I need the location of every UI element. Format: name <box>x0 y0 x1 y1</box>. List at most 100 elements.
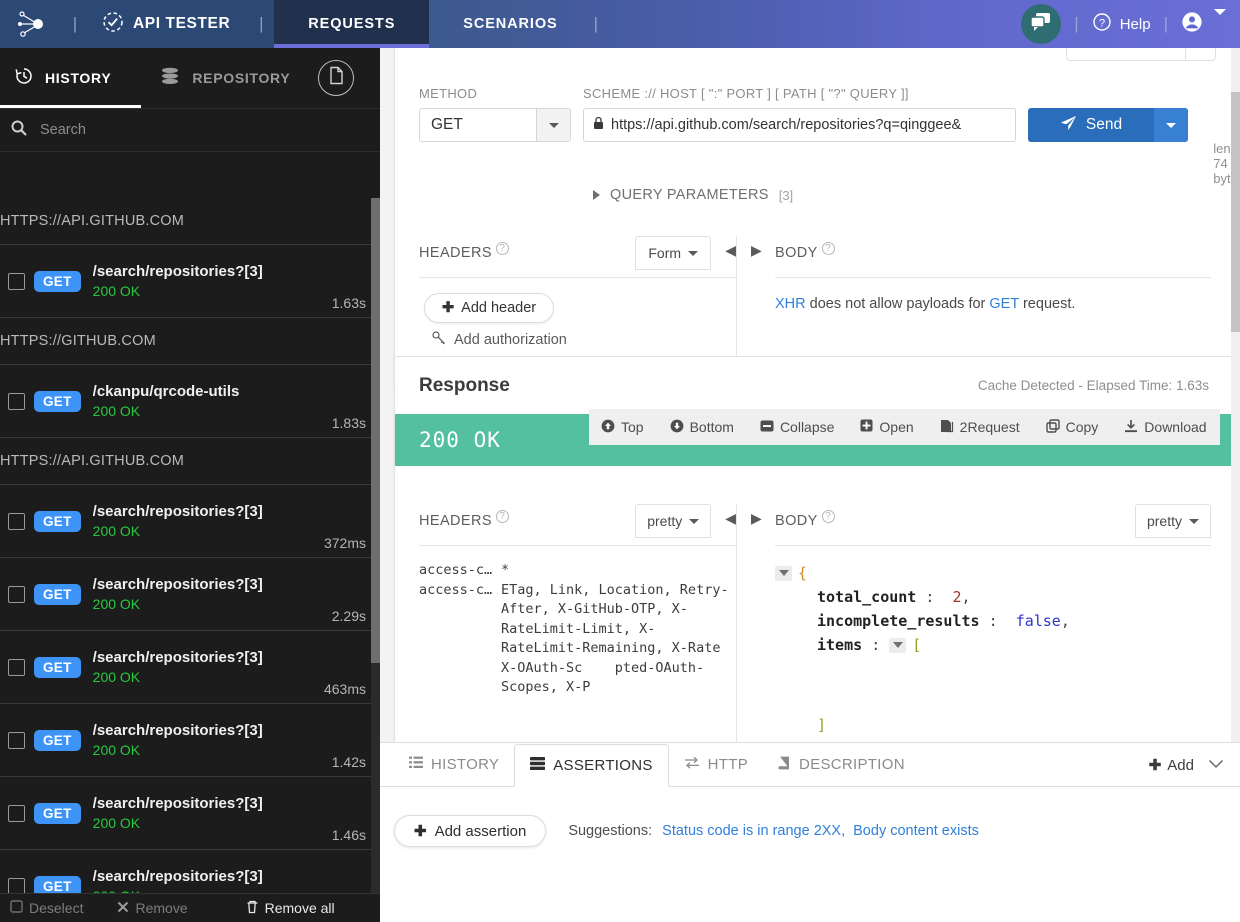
account-button[interactable] <box>1181 11 1203 38</box>
response-body-format-value: pretty <box>1146 513 1182 529</box>
row-checkbox[interactable] <box>8 392 25 410</box>
list-item[interactable]: GET /search/repositories?[3] 200 OK 1.42… <box>0 704 380 777</box>
list-item[interactable]: GET /search/repositories?[3] 200 OK 463m… <box>0 631 380 704</box>
toolbar-collapse-button[interactable]: Collapse <box>760 419 834 435</box>
query-parameters-toggle[interactable]: QUERY PARAMETERS [3] <box>593 187 793 203</box>
toolbar-copy-button[interactable]: Copy <box>1045 418 1098 436</box>
sidebar-tab-history-label: HISTORY <box>45 70 112 86</box>
add-assertion-label: Add assertion <box>434 822 527 840</box>
request-headers-format-select[interactable]: Form <box>635 236 712 270</box>
sidebar-tab-history[interactable]: HISTORY <box>0 48 119 108</box>
account-dropdown-button[interactable] <box>1214 9 1226 33</box>
toolbar-download-button[interactable]: Download <box>1124 419 1207 436</box>
json-toggle-root[interactable] <box>775 565 792 581</box>
brand-button[interactable]: API TESTER <box>88 0 249 48</box>
tab-scenarios[interactable]: SCENARIOS <box>429 0 591 48</box>
row-checkbox[interactable] <box>8 877 25 893</box>
collapse-left-arrow[interactable]: ◀ <box>711 504 736 527</box>
add-authorization-button[interactable]: Add authorization <box>432 331 567 349</box>
row-checkbox[interactable] <box>8 731 25 749</box>
tab-http[interactable]: HTTP <box>669 743 763 786</box>
toolbar-2request-button[interactable]: 2Request <box>940 419 1020 436</box>
suggestions-label: Suggestions: <box>568 823 653 839</box>
sidebar-search[interactable] <box>0 108 380 152</box>
row-checkbox[interactable] <box>8 585 25 603</box>
row-checkbox[interactable] <box>8 272 25 290</box>
method-select[interactable]: GET <box>419 108 571 142</box>
history-list[interactable]: HTTPS://API.GITHUB.COM GET /search/repos… <box>0 198 380 893</box>
method-dropdown-button[interactable] <box>536 109 570 141</box>
top-cutoff-dropdown[interactable] <box>1185 48 1215 60</box>
send-dropdown-button[interactable] <box>1154 108 1188 142</box>
sidebar-tab-repository[interactable]: REPOSITORY <box>151 48 298 108</box>
tab-assertions[interactable]: ASSERTIONS <box>514 744 669 787</box>
row-checkbox[interactable] <box>8 658 25 676</box>
remove-all-button[interactable]: Remove all <box>246 900 335 917</box>
main-scrollbar-thumb[interactable] <box>1231 92 1240 332</box>
toolbar-open-button[interactable]: Open <box>860 419 914 435</box>
list-item[interactable]: GET /search/repositories?[3] 200 OK 3.8s <box>0 850 380 893</box>
tab-requests[interactable]: REQUESTS <box>274 0 430 48</box>
top-cutoff-field[interactable] <box>1067 48 1185 60</box>
suggestion-status-code[interactable]: Status code is in range 2XX, <box>662 823 845 839</box>
app-logo[interactable] <box>0 0 62 48</box>
list-item[interactable]: GET /search/repositories?[3] 200 OK 2.29… <box>0 558 380 631</box>
separator-glyph: | <box>72 14 78 33</box>
xhr-link[interactable]: XHR <box>775 296 806 312</box>
list-item[interactable]: GET /search/repositories?[3] 200 OK 1.46… <box>0 777 380 850</box>
send-button-main[interactable]: Send <box>1028 108 1154 142</box>
main-scrollbar[interactable] <box>1231 48 1240 790</box>
tab-history[interactable]: HISTORY <box>394 743 514 786</box>
remove-button[interactable]: Remove <box>117 900 188 916</box>
sidebar-scrollbar[interactable] <box>371 198 380 893</box>
expand-right-arrow[interactable]: ▶ <box>751 504 762 527</box>
json-row-total-count: total_count : 2, <box>775 585 1070 609</box>
suggestion-body-content-label: Body content exists <box>853 823 979 839</box>
add-assertion-button[interactable]: ✚ Add assertion <box>394 815 547 847</box>
list-item[interactable]: GET /ckanpu/qrcode-utils 200 OK 1.83s <box>0 365 380 438</box>
sidebar-scrollbar-thumb[interactable] <box>371 198 380 663</box>
send-button[interactable]: Send <box>1028 108 1188 142</box>
suggestion-body-content[interactable]: Body content exists <box>853 823 979 839</box>
url-input[interactable] <box>611 117 1006 133</box>
add-tab-button[interactable]: ✚ Add <box>1149 756 1208 786</box>
bottom-panel: HISTORY ASSERTIONS HTTP DESCRIPTION ✚ Ad… <box>380 742 1240 922</box>
query-parameters-count: [3] <box>778 187 794 203</box>
json-toggle-items[interactable] <box>889 637 907 653</box>
json-root-row[interactable]: { <box>775 561 1070 585</box>
url-field-wrapper[interactable] <box>583 108 1016 142</box>
expand-right-arrow[interactable]: ▶ <box>751 236 762 259</box>
top-cutoff-control[interactable] <box>1066 48 1216 61</box>
history-group-host: HTTPS://API.GITHUB.COM <box>0 213 185 229</box>
chevron-down-icon <box>688 250 699 256</box>
chat-button[interactable] <box>1021 4 1062 44</box>
list-item[interactable]: GET /search/repositories?[3] 200 OK 1.63… <box>0 245 380 318</box>
row-main: /search/repositories?[3] 200 OK <box>93 263 332 299</box>
search-input[interactable] <box>40 122 340 138</box>
toolbar-top-button[interactable]: Top <box>601 419 644 436</box>
help-hint-icon[interactable]: ? <box>495 242 509 255</box>
help-hint-icon[interactable]: ? <box>821 510 835 523</box>
collapse-left-arrow[interactable]: ◀ <box>711 236 736 259</box>
help-hint-icon[interactable]: ? <box>495 510 509 523</box>
server-rows-icon <box>530 757 546 774</box>
row-checkbox[interactable] <box>8 804 25 822</box>
help-hint-icon[interactable]: ? <box>821 242 835 255</box>
response-body-format-select[interactable]: pretty <box>1135 504 1211 538</box>
response-json-viewer[interactable]: { total_count : 2, incomplete_results : … <box>775 561 1070 737</box>
arrow-up-circle-icon <box>601 419 615 436</box>
tab-description[interactable]: DESCRIPTION <box>763 743 920 786</box>
json-row-items[interactable]: items : [ <box>775 633 1070 657</box>
document-button[interactable] <box>318 60 354 96</box>
list-item[interactable]: GET /search/repositories?[3] 200 OK 372m… <box>0 485 380 558</box>
row-path: /search/repositories?[3] <box>92 868 263 885</box>
deselect-button[interactable]: Deselect <box>10 900 83 916</box>
response-headers-format-select[interactable]: pretty <box>635 504 712 538</box>
get-link[interactable]: GET <box>989 296 1019 312</box>
row-checkbox[interactable] <box>8 512 25 530</box>
add-header-button[interactable]: ✚ Add header <box>424 293 555 323</box>
bottom-panel-chevron-button[interactable] <box>1208 756 1240 786</box>
toolbar-bottom-button[interactable]: Bottom <box>670 419 734 436</box>
help-button[interactable]: ? Help <box>1092 12 1151 36</box>
status-badge: 200 OK <box>419 428 501 452</box>
